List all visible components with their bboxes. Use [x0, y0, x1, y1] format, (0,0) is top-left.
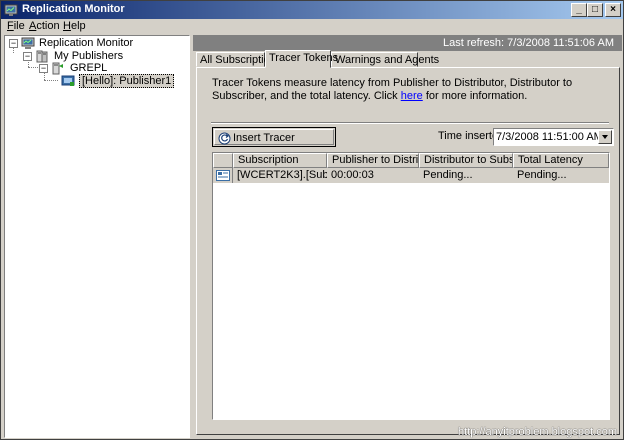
close-icon: × — [610, 4, 616, 15]
details-pane: Last refresh: 7/3/2008 11:51:06 AM All S… — [193, 35, 622, 438]
menu-help[interactable]: Help — [63, 20, 86, 32]
tree-label-server: GREPL — [70, 62, 108, 74]
maximize-button[interactable]: □ — [587, 3, 603, 17]
refresh-header: Last refresh: 7/3/2008 11:51:06 AM — [193, 35, 622, 51]
tab-all-subscriptions[interactable]: All Subscriptions — [196, 52, 281, 67]
tree-label-root: Replication Monitor — [39, 37, 134, 49]
replication-monitor-icon — [4, 4, 18, 16]
minimize-icon: _ — [576, 4, 582, 15]
tree-label-publishers: My Publishers — [54, 50, 124, 62]
tree-connector — [44, 80, 58, 81]
main-window: Replication Monitor _ □ × File Action He… — [0, 0, 624, 440]
divider — [211, 122, 609, 124]
title-bar[interactable]: Replication Monitor _ □ × — [1, 1, 623, 19]
menu-bar: File Action Help — [1, 19, 623, 35]
collapse-icon[interactable]: − — [39, 64, 48, 73]
column-header-pub-to-dist[interactable]: Publisher to Distributor — [327, 153, 419, 168]
insert-tracer-label: Insert Tracer — [233, 132, 295, 144]
grid-header: Subscription Publisher to Distributor Di… — [213, 153, 609, 168]
column-header-dist-to-sub[interactable]: Distributor to Subscri... — [419, 153, 513, 168]
monitor-icon — [21, 37, 35, 49]
tracer-tokens-panel: Tracer Tokens measure latency from Publi… — [196, 67, 620, 435]
navigation-tree[interactable]: − Replication Monitor − My Publishers − — [4, 35, 190, 438]
watermark-url: http://anyitproblem.blogspot.com — [458, 426, 617, 438]
insert-tracer-icon — [218, 132, 231, 145]
minimize-button[interactable]: _ — [571, 3, 587, 17]
row-selector-header — [213, 153, 233, 168]
tab-tracer-tokens[interactable]: Tracer Tokens — [265, 50, 338, 68]
column-header-subscription[interactable]: Subscription — [233, 153, 327, 168]
close-button[interactable]: × — [605, 3, 621, 17]
tracer-grid[interactable]: Subscription Publisher to Distributor Di… — [212, 152, 610, 420]
last-refresh-text: Last refresh: 7/3/2008 11:51:06 AM — [442, 37, 614, 49]
window-title: Replication Monitor — [22, 3, 125, 15]
collapse-icon[interactable]: − — [9, 39, 18, 48]
row-selector[interactable] — [213, 168, 233, 183]
time-inserted-select[interactable]: 7/3/2008 11:51:00 AM — [493, 128, 614, 146]
maximize-icon: □ — [591, 4, 599, 15]
tracer-description: Tracer Tokens measure latency from Publi… — [212, 77, 573, 102]
tab-warnings-and-agents[interactable]: Warnings and Agents — [331, 52, 439, 67]
cell-dist-to-sub: Pending... — [423, 169, 473, 181]
more-info-link[interactable]: here — [401, 90, 423, 102]
table-row[interactable]: [WCERT2K3].[SubD... 00:00:03 Pending... … — [213, 168, 609, 183]
publication-icon — [61, 75, 75, 86]
tree-label-publication: [Hello]: Publisher1 — [79, 74, 175, 88]
column-header-total-latency[interactable]: Total Latency — [513, 153, 609, 168]
time-inserted-value: 7/3/2008 11:51:00 AM — [496, 131, 603, 143]
tree-node-root[interactable]: − Replication Monitor — [7, 37, 187, 51]
tree-node-publication[interactable]: [Hello]: Publisher1 — [61, 74, 191, 88]
insert-tracer-button[interactable]: Insert Tracer — [212, 127, 336, 147]
collapse-icon[interactable]: − — [23, 52, 32, 61]
cell-pub-to-dist: 00:00:03 — [331, 169, 374, 181]
menu-file[interactable]: File — [7, 20, 25, 32]
menu-action[interactable]: Action — [29, 20, 60, 32]
cell-subscription: [WCERT2K3].[SubD... — [237, 169, 327, 181]
subscription-row-icon — [216, 170, 230, 181]
cell-total-latency: Pending... — [517, 169, 567, 181]
chevron-down-icon[interactable] — [598, 130, 612, 144]
